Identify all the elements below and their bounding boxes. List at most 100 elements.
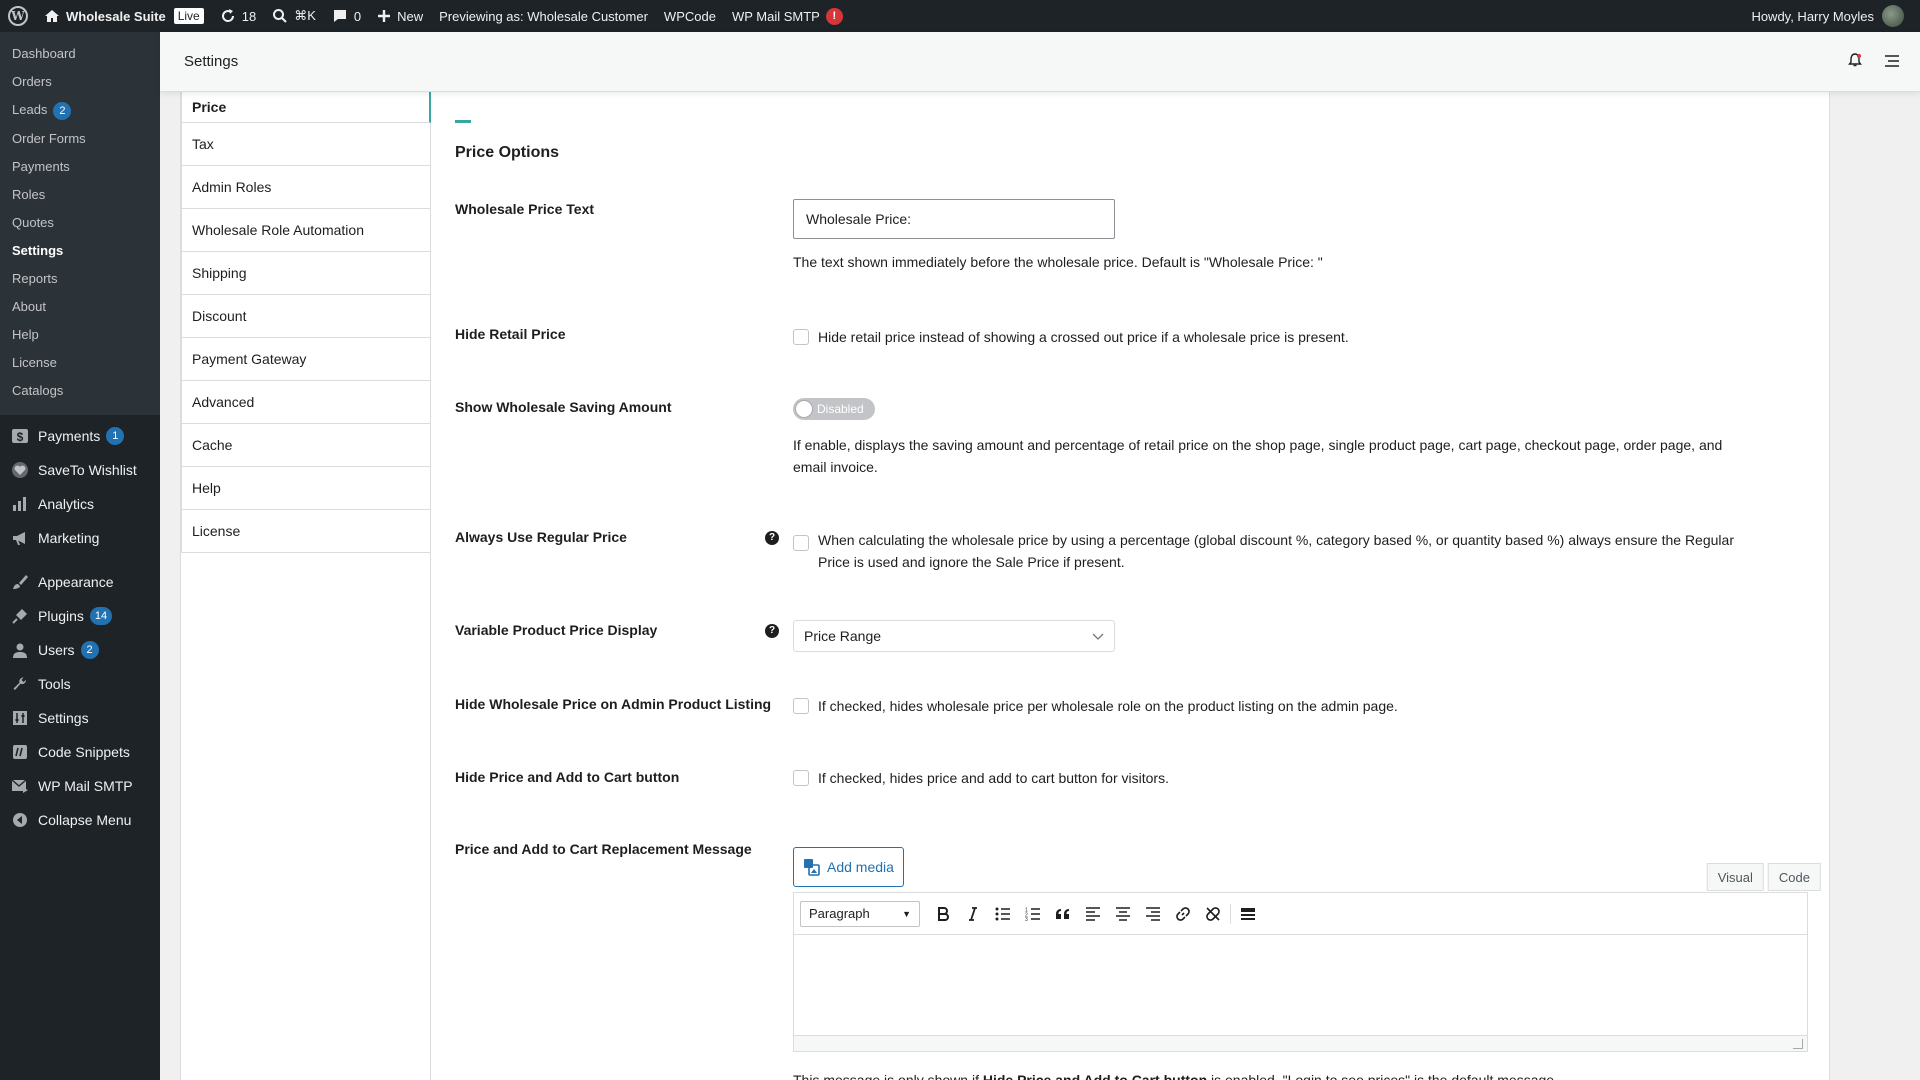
wpmail-menu[interactable]: WP Mail SMTP !	[724, 0, 851, 32]
sidebar-item-users[interactable]: Users 2	[0, 633, 160, 667]
tab-label: License	[192, 523, 241, 539]
hide-retail-price-checkbox[interactable]	[793, 329, 809, 345]
sidebar-item-code-snippets[interactable]: Code Snippets	[0, 735, 160, 769]
italic-icon[interactable]	[958, 899, 988, 929]
tab-label: Tax	[192, 136, 214, 152]
submenu-label: License	[12, 355, 57, 370]
align-right-icon[interactable]	[1138, 899, 1168, 929]
section-title: Price Options	[455, 144, 560, 161]
sidebar-item-tools[interactable]: Tools	[0, 667, 160, 701]
svg-text:3: 3	[1025, 917, 1028, 921]
regular-price-desc-line1: When calculating the wholesale price by …	[818, 532, 1734, 548]
tab-price[interactable]: Price	[182, 92, 431, 123]
sidebar-item-marketing[interactable]: Marketing	[0, 521, 160, 555]
variable-display-help-icon[interactable]: ?	[765, 624, 779, 638]
submenu-item-dashboard[interactable]: Dashboard	[0, 40, 160, 68]
note-text-bold: Hide Price and Add to Cart button	[982, 1072, 1208, 1080]
add-media-button[interactable]: Add media	[793, 847, 904, 887]
menu-label: Users	[38, 642, 75, 658]
regular-price-help-icon[interactable]: ?	[765, 531, 779, 545]
wpcode-menu[interactable]: WPCode	[656, 0, 724, 32]
sidebar-item-plugins[interactable]: Plugins 14	[0, 599, 160, 633]
numbered-list-icon[interactable]: 123	[1018, 899, 1048, 929]
bold-icon[interactable]	[928, 899, 958, 929]
updates-menu[interactable]: 18	[212, 0, 264, 32]
saving-amount-toggle[interactable]: Disabled	[793, 398, 875, 420]
submenu-item-leads[interactable]: Leads 2	[0, 96, 160, 125]
sidebar-item-wishlist[interactable]: SaveTo Wishlist	[0, 453, 160, 487]
tab-help[interactable]: Help	[182, 467, 430, 510]
wpmail-label: WP Mail SMTP	[731, 8, 820, 24]
tab-label: Price	[192, 99, 227, 115]
menu-lines-icon[interactable]	[1884, 54, 1900, 70]
tab-admin-roles[interactable]: Admin Roles	[182, 166, 430, 209]
submenu-item-payments[interactable]: Payments	[0, 153, 160, 181]
submenu-item-reports[interactable]: Reports	[0, 265, 160, 293]
code-icon	[10, 742, 30, 762]
submenu-item-about[interactable]: About	[0, 293, 160, 321]
align-center-icon[interactable]	[1108, 899, 1138, 929]
submenu-item-quotes[interactable]: Quotes	[0, 209, 160, 237]
tab-code[interactable]: Code	[1767, 863, 1821, 891]
comments-menu[interactable]: 0	[324, 0, 369, 32]
wholesale-price-text-input[interactable]	[793, 199, 1115, 239]
plus-icon	[378, 10, 391, 22]
hide-admin-listing-checkbox[interactable]	[793, 698, 809, 714]
user-icon	[10, 640, 30, 660]
sidebar-item-appearance[interactable]: Appearance	[0, 565, 160, 599]
menu-label: Payments	[38, 428, 101, 444]
tab-shipping[interactable]: Shipping	[182, 252, 430, 295]
submenu-item-license[interactable]: License	[0, 349, 160, 377]
blockquote-icon[interactable]	[1048, 899, 1078, 929]
bullet-list-icon[interactable]	[988, 899, 1018, 929]
submenu-item-catalogs[interactable]: Catalogs	[0, 377, 160, 405]
previewing-menu[interactable]: Previewing as: Wholesale Customer	[431, 0, 656, 32]
sidebar-item-wp-mail-smtp[interactable]: WP Mail SMTP	[0, 769, 160, 803]
search-menu[interactable]: ⌘K	[264, 0, 324, 32]
note-text-pre: This message is only shown if	[793, 1072, 983, 1080]
wholesale-price-text-desc: The text shown immediately before the wh…	[793, 254, 1323, 270]
submenu-item-help[interactable]: Help	[0, 321, 160, 349]
tab-advanced[interactable]: Advanced	[182, 381, 430, 424]
settings-header: Settings	[160, 32, 1920, 92]
wp-logo-menu[interactable]: W	[0, 0, 36, 32]
count-badge: 2	[80, 641, 99, 659]
submenu-item-orders[interactable]: Orders	[0, 68, 160, 96]
sidebar-item-payments[interactable]: $ Payments 1	[0, 419, 160, 453]
site-name-menu[interactable]: Wholesale Suite Live	[36, 0, 212, 32]
toolbar-toggle-icon[interactable]	[1233, 899, 1263, 929]
new-content-menu[interactable]: New	[369, 0, 431, 32]
submenu-item-order-forms[interactable]: Order Forms	[0, 125, 160, 153]
collapse-menu-button[interactable]: Collapse Menu	[0, 803, 160, 837]
tab-label: Shipping	[192, 265, 247, 281]
submenu-item-roles[interactable]: Roles	[0, 181, 160, 209]
tab-payment-gateway[interactable]: Payment Gateway	[182, 338, 430, 381]
wordpress-icon: W	[8, 6, 28, 26]
hide-price-cart-checkbox[interactable]	[793, 770, 809, 786]
link-icon[interactable]	[1168, 899, 1198, 929]
account-menu[interactable]: Howdy, Harry Moyles	[1743, 0, 1920, 32]
notification-bell-icon[interactable]	[1848, 53, 1862, 70]
tab-wholesale-role-automation[interactable]: Wholesale Role Automation	[182, 209, 430, 252]
hide-retail-price-desc: Hide retail price instead of showing a c…	[818, 329, 1349, 345]
tab-discount[interactable]: Discount	[182, 295, 430, 338]
unlink-icon[interactable]	[1198, 899, 1228, 929]
hide-admin-listing-desc: If checked, hides wholesale price per wh…	[818, 698, 1398, 714]
submenu-label: Order Forms	[12, 131, 86, 146]
variable-display-select[interactable]: Price Range	[793, 620, 1115, 652]
tab-tax[interactable]: Tax	[182, 123, 430, 166]
sidebar-item-analytics[interactable]: Analytics	[0, 487, 160, 521]
resize-handle-icon[interactable]	[1793, 1039, 1803, 1049]
submenu-label: Catalogs	[12, 383, 64, 398]
editor-content-area[interactable]	[794, 935, 1807, 1035]
align-left-icon[interactable]	[1078, 899, 1108, 929]
regular-price-checkbox[interactable]	[793, 535, 809, 551]
tab-cache[interactable]: Cache	[182, 424, 430, 467]
sidebar-item-settings[interactable]: Settings	[0, 701, 160, 735]
submenu-item-settings[interactable]: Settings	[0, 237, 160, 265]
mail-icon	[10, 776, 30, 796]
tab-visual[interactable]: Visual	[1706, 863, 1764, 891]
tab-license[interactable]: License	[182, 510, 430, 553]
rich-text-editor: Paragraph ▼ 123	[793, 892, 1808, 1052]
format-select[interactable]: Paragraph ▼	[800, 900, 920, 927]
